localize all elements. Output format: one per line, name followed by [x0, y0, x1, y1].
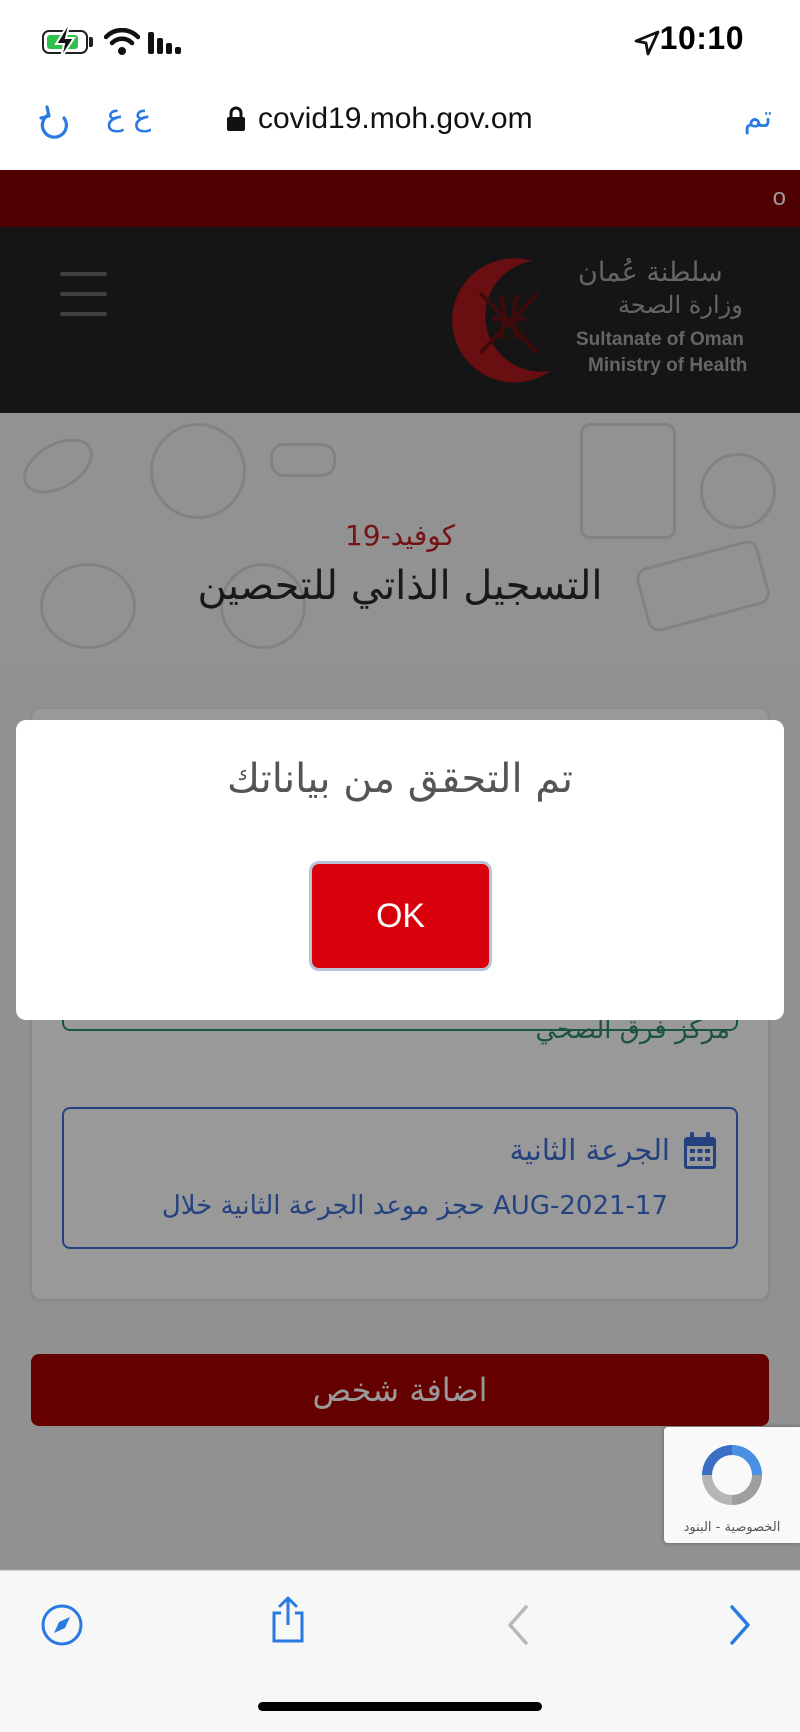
share-icon[interactable]: [268, 1595, 308, 1645]
verification-dialog: تم التحقق من بياناتك OK: [16, 720, 784, 1020]
wifi-icon: [104, 28, 140, 55]
cellular-signal-icon: [148, 30, 188, 54]
compass-icon[interactable]: [40, 1603, 84, 1647]
charging-bolt-icon: [54, 25, 76, 59]
done-button[interactable]: تم: [744, 100, 772, 135]
dialog-message: تم التحقق من بياناتك: [226, 756, 574, 802]
browser-address-bar: ع ع covid19.moh.gov.om تم: [0, 88, 800, 170]
forward-chevron-icon[interactable]: [726, 1603, 754, 1647]
location-arrow-icon: [634, 30, 660, 56]
ok-button[interactable]: OK: [309, 861, 492, 971]
url-text: covid19.moh.gov.om: [258, 102, 533, 135]
reader-view-button[interactable]: ع ع: [106, 98, 151, 133]
battery-cap: [89, 37, 93, 47]
home-indicator: [258, 1702, 542, 1711]
back-chevron-icon[interactable]: [504, 1603, 532, 1647]
recaptcha-privacy-terms[interactable]: الخصوصية - البنود: [664, 1520, 800, 1535]
recaptcha-icon: [702, 1445, 762, 1505]
recaptcha-badge[interactable]: الخصوصية - البنود: [664, 1427, 800, 1543]
reload-icon[interactable]: [38, 104, 72, 144]
status-bar: 10:10: [0, 0, 800, 88]
lock-icon: [227, 106, 245, 131]
status-time: 10:10: [659, 20, 744, 56]
url-field[interactable]: covid19.moh.gov.om: [226, 102, 533, 136]
